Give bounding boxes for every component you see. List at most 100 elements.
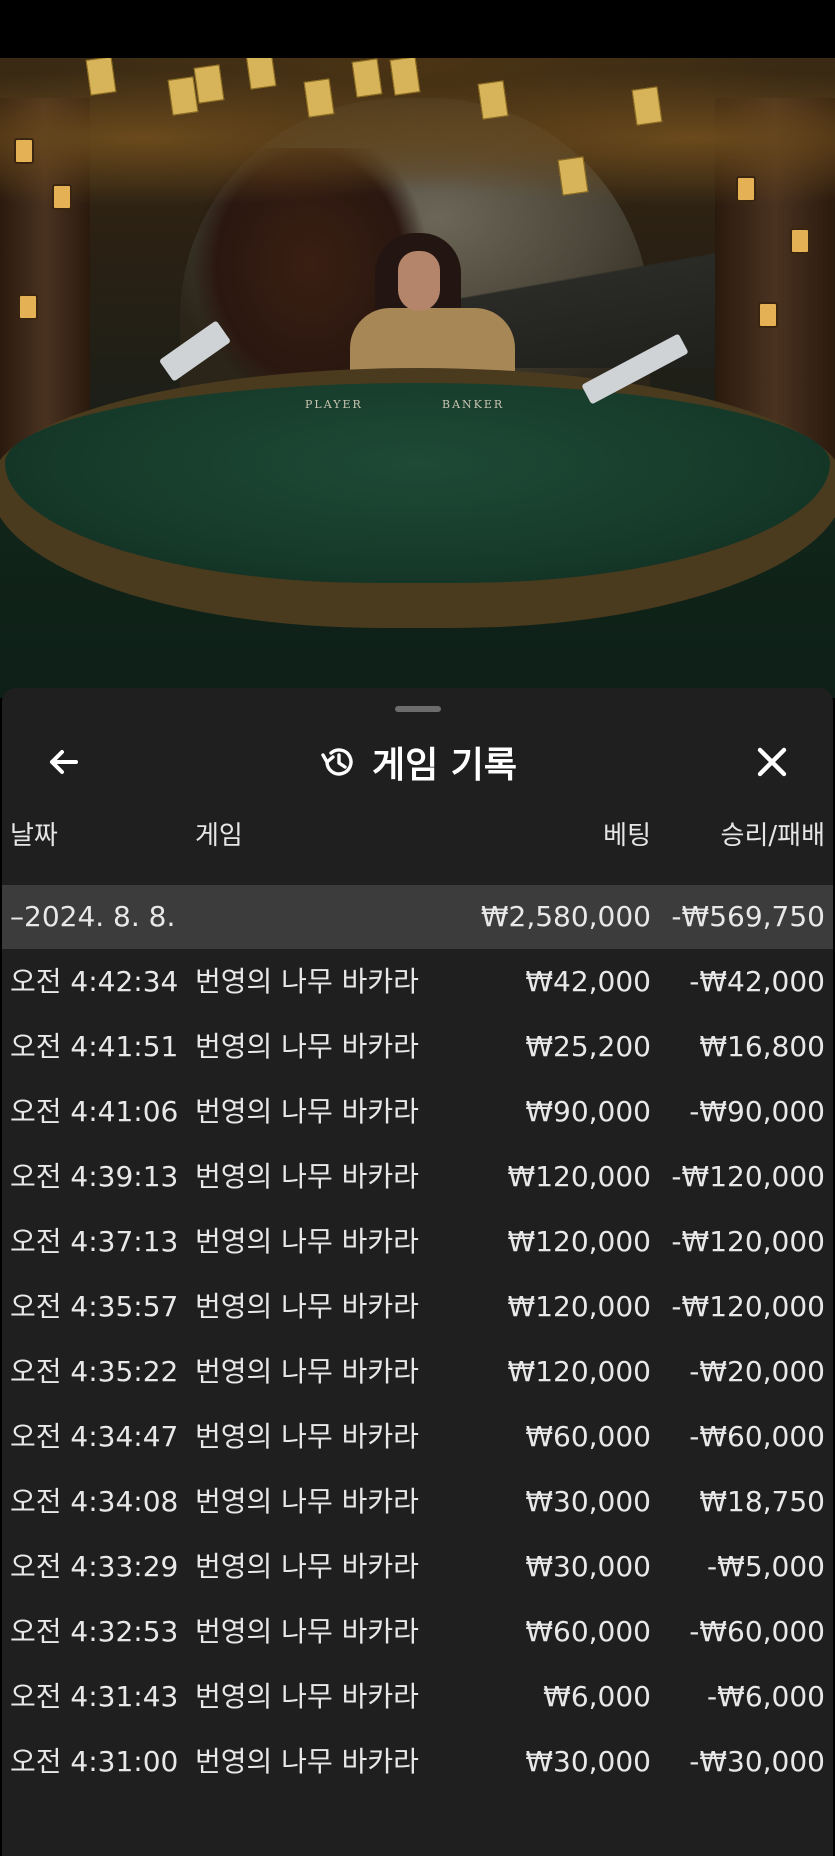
summary-bet: ₩2,580,000 bbox=[480, 900, 651, 933]
row-bet: ₩30,000 bbox=[525, 1745, 651, 1778]
column-header-bet: 베팅 bbox=[603, 821, 651, 851]
hanging-card-icon bbox=[303, 78, 335, 118]
row-time: 오전 4:35:22 bbox=[10, 1355, 179, 1388]
game-history-panel: 게임 기록 날짜 게임 베팅 승리/패배 –2024. 8. 8. ₩2,580… bbox=[2, 688, 833, 1856]
row-bet: ₩120,000 bbox=[507, 1225, 651, 1258]
row-result: -₩120,000 bbox=[671, 1225, 825, 1258]
row-result: -₩120,000 bbox=[671, 1160, 825, 1193]
row-result: -₩20,000 bbox=[689, 1355, 825, 1388]
hanging-card-icon bbox=[477, 80, 509, 120]
row-time: 오전 4:34:47 bbox=[10, 1420, 179, 1453]
history-row[interactable]: 오전 4:34:47 번영의 나무 바카라 ₩60,000 -₩60,000 bbox=[2, 1405, 833, 1469]
row-result: -₩30,000 bbox=[689, 1745, 825, 1778]
history-row[interactable]: 오전 4:37:13 번영의 나무 바카라 ₩120,000 -₩120,000 bbox=[2, 1210, 833, 1274]
hanging-card-icon bbox=[631, 86, 663, 126]
row-game: 번영의 나무 바카라 bbox=[195, 1420, 419, 1453]
history-row[interactable]: 오전 4:35:57 번영의 나무 바카라 ₩120,000 -₩120,000 bbox=[2, 1275, 833, 1339]
lantern-icon bbox=[758, 302, 778, 328]
close-icon bbox=[757, 747, 787, 777]
row-bet: ₩120,000 bbox=[507, 1160, 651, 1193]
row-game: 번영의 나무 바카라 bbox=[195, 1745, 419, 1778]
row-game: 번영의 나무 바카라 bbox=[195, 1355, 419, 1388]
row-game: 번영의 나무 바카라 bbox=[195, 1095, 419, 1128]
row-bet: ₩30,000 bbox=[525, 1485, 651, 1518]
date-summary-row[interactable]: –2024. 8. 8. ₩2,580,000 -₩569,750 bbox=[2, 885, 833, 949]
row-time: 오전 4:39:13 bbox=[10, 1160, 179, 1193]
row-time: 오전 4:41:06 bbox=[10, 1095, 179, 1128]
row-time: 오전 4:31:43 bbox=[10, 1680, 179, 1713]
lantern-icon bbox=[18, 294, 38, 320]
panel-title: 게임 기록 bbox=[371, 745, 517, 786]
drag-handle[interactable] bbox=[395, 706, 441, 712]
row-result: -₩6,000 bbox=[707, 1680, 825, 1713]
hanging-card-icon bbox=[167, 76, 199, 116]
history-row[interactable]: 오전 4:31:00 번영의 나무 바카라 ₩30,000 -₩30,000 bbox=[2, 1730, 833, 1794]
lantern-icon bbox=[790, 228, 810, 254]
column-header-result: 승리/패배 bbox=[720, 821, 825, 851]
row-result: -₩60,000 bbox=[689, 1615, 825, 1648]
status-bar bbox=[0, 0, 835, 58]
row-bet: ₩42,000 bbox=[525, 965, 651, 998]
row-game: 번영의 나무 바카라 bbox=[195, 1485, 419, 1518]
lantern-icon bbox=[14, 138, 34, 164]
live-dealer-video: PLAYER BANKER bbox=[0, 58, 835, 698]
row-bet: ₩25,200 bbox=[525, 1030, 651, 1063]
column-header-game: 게임 bbox=[195, 821, 243, 851]
history-row[interactable]: 오전 4:32:53 번영의 나무 바카라 ₩60,000 -₩60,000 bbox=[2, 1600, 833, 1664]
row-game: 번영의 나무 바카라 bbox=[195, 1160, 419, 1193]
panel-header: 게임 기록 bbox=[2, 732, 833, 792]
history-row[interactable]: 오전 4:41:06 번영의 나무 바카라 ₩90,000 -₩90,000 bbox=[2, 1080, 833, 1144]
row-result: ₩16,800 bbox=[699, 1030, 825, 1063]
history-row[interactable]: 오전 4:42:34 번영의 나무 바카라 ₩42,000 -₩42,000 bbox=[2, 950, 833, 1014]
lantern-icon bbox=[736, 176, 756, 202]
row-bet: ₩30,000 bbox=[525, 1550, 651, 1583]
summary-result: -₩569,750 bbox=[671, 900, 825, 933]
row-time: 오전 4:31:00 bbox=[10, 1745, 179, 1778]
hanging-card-icon bbox=[351, 58, 383, 98]
history-row[interactable]: 오전 4:33:29 번영의 나무 바카라 ₩30,000 -₩5,000 bbox=[2, 1535, 833, 1599]
row-time: 오전 4:37:13 bbox=[10, 1225, 179, 1258]
history-icon bbox=[321, 748, 353, 776]
row-bet: ₩60,000 bbox=[525, 1420, 651, 1453]
hanging-card-icon bbox=[389, 58, 421, 96]
summary-date: –2024. 8. 8. bbox=[10, 900, 176, 933]
row-bet: ₩6,000 bbox=[543, 1680, 651, 1713]
lantern-icon bbox=[52, 184, 72, 210]
row-result: -₩42,000 bbox=[689, 965, 825, 998]
history-row[interactable]: 오전 4:31:43 번영의 나무 바카라 ₩6,000 -₩6,000 bbox=[2, 1665, 833, 1729]
row-game: 번영의 나무 바카라 bbox=[195, 1290, 419, 1323]
row-time: 오전 4:33:29 bbox=[10, 1550, 179, 1583]
hanging-card-icon bbox=[557, 156, 589, 196]
row-bet: ₩60,000 bbox=[525, 1615, 651, 1648]
hanging-card-icon bbox=[245, 58, 277, 90]
row-game: 번영의 나무 바카라 bbox=[195, 965, 419, 998]
row-game: 번영의 나무 바카라 bbox=[195, 1550, 419, 1583]
hanging-card-icon bbox=[85, 58, 117, 96]
row-game: 번영의 나무 바카라 bbox=[195, 1615, 419, 1648]
row-result: ₩18,750 bbox=[699, 1485, 825, 1518]
player-area-label: PLAYER bbox=[305, 398, 363, 411]
close-button[interactable] bbox=[750, 740, 794, 784]
row-time: 오전 4:41:51 bbox=[10, 1030, 179, 1063]
row-result: -₩120,000 bbox=[671, 1290, 825, 1323]
history-row[interactable]: 오전 4:41:51 번영의 나무 바카라 ₩25,200 ₩16,800 bbox=[2, 1015, 833, 1079]
row-result: -₩60,000 bbox=[689, 1420, 825, 1453]
history-row[interactable]: 오전 4:39:13 번영의 나무 바카라 ₩120,000 -₩120,000 bbox=[2, 1145, 833, 1209]
row-result: -₩90,000 bbox=[689, 1095, 825, 1128]
hanging-card-icon bbox=[193, 64, 225, 104]
row-result: -₩5,000 bbox=[707, 1550, 825, 1583]
row-bet: ₩120,000 bbox=[507, 1290, 651, 1323]
row-time: 오전 4:34:08 bbox=[10, 1485, 179, 1518]
row-game: 번영의 나무 바카라 bbox=[195, 1680, 419, 1713]
history-row[interactable]: 오전 4:34:08 번영의 나무 바카라 ₩30,000 ₩18,750 bbox=[2, 1470, 833, 1534]
row-time: 오전 4:32:53 bbox=[10, 1615, 179, 1648]
banker-area-label: BANKER bbox=[442, 398, 505, 411]
column-header-date: 날짜 bbox=[10, 821, 58, 851]
row-time: 오전 4:35:57 bbox=[10, 1290, 179, 1323]
row-bet: ₩120,000 bbox=[507, 1355, 651, 1388]
history-row[interactable]: 오전 4:35:22 번영의 나무 바카라 ₩120,000 -₩20,000 bbox=[2, 1340, 833, 1404]
row-game: 번영의 나무 바카라 bbox=[195, 1030, 419, 1063]
row-bet: ₩90,000 bbox=[525, 1095, 651, 1128]
row-time: 오전 4:42:34 bbox=[10, 965, 179, 998]
row-game: 번영의 나무 바카라 bbox=[195, 1225, 419, 1258]
